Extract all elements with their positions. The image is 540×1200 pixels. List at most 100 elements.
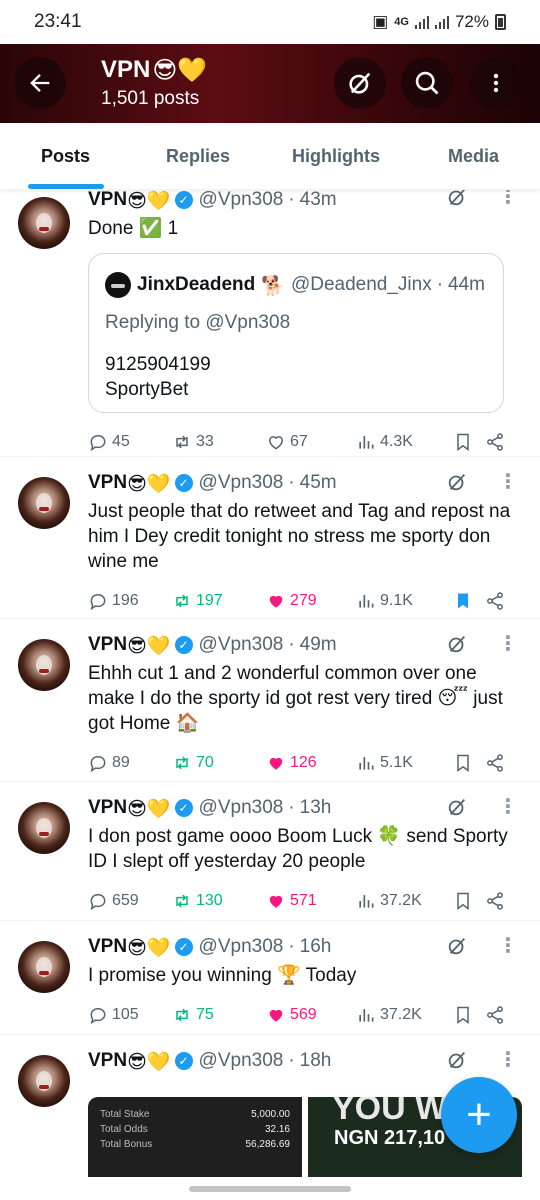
tab-highlights[interactable]: Highlights bbox=[265, 123, 407, 189]
post-more-icon[interactable]: ⋮ bbox=[498, 472, 518, 492]
post-text: Ehhh cut 1 and 2 wonderful common over o… bbox=[88, 663, 503, 734]
post-more-icon[interactable]: ⋮ bbox=[498, 190, 518, 207]
grok-icon[interactable] bbox=[446, 633, 468, 655]
grok-icon[interactable] bbox=[446, 190, 468, 208]
reply-button[interactable]: 196 bbox=[88, 591, 172, 611]
post[interactable]: VPN 😎💛 ✓ @Vpn308 · 13h ⋮ I don post game… bbox=[0, 782, 540, 921]
grok-button[interactable] bbox=[334, 57, 386, 109]
avatar[interactable] bbox=[18, 197, 70, 249]
slip-value: 32.16 bbox=[264, 1124, 290, 1135]
bookmark-button[interactable] bbox=[453, 1005, 485, 1025]
back-button[interactable] bbox=[14, 57, 66, 109]
retweet-button[interactable]: 70 bbox=[172, 753, 266, 773]
views-button[interactable]: 5.1K bbox=[356, 753, 453, 773]
compose-post-button[interactable]: + bbox=[441, 1077, 517, 1153]
like-button[interactable]: 571 bbox=[266, 891, 356, 911]
quoted-post[interactable]: JinxDeadend 🐕 @Deadend_Jinx · 44m Replyi… bbox=[88, 253, 504, 413]
reply-button[interactable]: 89 bbox=[88, 753, 172, 773]
author-handle[interactable]: @Vpn308 bbox=[199, 936, 284, 958]
avatar[interactable] bbox=[18, 1055, 70, 1107]
gesture-nav-bar[interactable] bbox=[189, 1186, 351, 1192]
author-handle[interactable]: @Vpn308 bbox=[199, 472, 284, 494]
reply-button[interactable]: 45 bbox=[88, 432, 172, 452]
grok-icon[interactable] bbox=[446, 935, 468, 957]
tab-replies[interactable]: Replies bbox=[131, 123, 265, 189]
avatar[interactable] bbox=[18, 802, 70, 854]
profile-tabs: Posts Replies Highlights Media bbox=[0, 123, 540, 190]
author-name[interactable]: VPN bbox=[88, 1050, 127, 1072]
share-button[interactable] bbox=[485, 891, 505, 911]
share-icon bbox=[487, 754, 503, 772]
reply-button[interactable]: 105 bbox=[88, 1005, 172, 1025]
avatar[interactable] bbox=[18, 941, 70, 993]
like-button[interactable]: 279 bbox=[266, 591, 356, 611]
views-icon bbox=[359, 595, 374, 608]
reply-icon bbox=[90, 755, 106, 773]
author-handle[interactable]: @Vpn308 bbox=[199, 797, 284, 819]
battery-level: 72% bbox=[454, 12, 489, 31]
post-time[interactable]: 45m bbox=[300, 472, 337, 494]
views-button[interactable]: 9.1K bbox=[356, 591, 453, 611]
post[interactable]: VPN 😎💛 ✓ @Vpn308 · 43m ⋮ Done ✅ 1 JinxDe… bbox=[0, 190, 540, 457]
post-time[interactable]: 43m bbox=[300, 190, 337, 211]
author-name[interactable]: VPN bbox=[88, 936, 127, 958]
author-handle[interactable]: @Vpn308 bbox=[199, 1050, 284, 1072]
retweet-button[interactable]: 197 bbox=[172, 591, 266, 611]
post-text: I don post game oooo Boom Luck 🍀 send Sp… bbox=[88, 826, 508, 872]
views-button[interactable]: 37.2K bbox=[356, 1005, 453, 1025]
heart-filled-icon bbox=[269, 595, 283, 608]
views-button[interactable]: 4.3K bbox=[356, 432, 453, 452]
post-more-icon[interactable]: ⋮ bbox=[498, 1050, 518, 1070]
post-more-icon[interactable]: ⋮ bbox=[498, 634, 518, 654]
post-more-icon[interactable]: ⋮ bbox=[498, 936, 518, 956]
share-button[interactable] bbox=[485, 753, 505, 773]
like-button[interactable]: 126 bbox=[266, 753, 356, 773]
like-button[interactable]: 569 bbox=[266, 1005, 356, 1025]
grok-icon[interactable] bbox=[446, 796, 468, 818]
reply-count: 45 bbox=[112, 433, 130, 450]
bet-slip-image[interactable]: Total Stake 5,000.00 Total Odds 32.16 Tota… bbox=[88, 1097, 302, 1177]
author-name[interactable]: VPN bbox=[88, 797, 127, 819]
post-more-icon[interactable]: ⋮ bbox=[498, 797, 518, 817]
author-name[interactable]: VPN bbox=[88, 634, 127, 656]
separator-dot: · bbox=[288, 634, 295, 655]
author-name[interactable]: VPN bbox=[88, 190, 127, 211]
avatar[interactable] bbox=[18, 639, 70, 691]
search-button[interactable] bbox=[401, 57, 453, 109]
post-time[interactable]: 13h bbox=[300, 797, 332, 819]
views-count: 5.1K bbox=[380, 754, 413, 771]
post-time[interactable]: 16h bbox=[300, 936, 332, 958]
post-count: 1,501 posts bbox=[101, 88, 200, 109]
post[interactable]: VPN 😎💛 ✓ @Vpn308 · 49m ⋮ Ehhh cut 1 and … bbox=[0, 619, 540, 782]
more-options-button[interactable] bbox=[470, 57, 522, 109]
bookmark-button[interactable] bbox=[453, 891, 485, 911]
bookmark-button[interactable] bbox=[453, 591, 485, 611]
author-name[interactable]: VPN bbox=[88, 472, 127, 494]
grok-icon[interactable] bbox=[446, 1049, 468, 1071]
bookmark-button[interactable] bbox=[453, 753, 485, 773]
retweet-button[interactable]: 75 bbox=[172, 1005, 266, 1025]
network-type: 4G bbox=[394, 16, 409, 28]
like-button[interactable]: 67 bbox=[266, 432, 356, 452]
tab-media[interactable]: Media bbox=[407, 123, 540, 189]
slip-label: Total Bonus bbox=[100, 1139, 153, 1150]
signal-icon bbox=[414, 15, 429, 29]
reply-button[interactable]: 659 bbox=[88, 891, 172, 911]
post-time[interactable]: 18h bbox=[300, 1050, 332, 1072]
bookmark-button[interactable] bbox=[453, 432, 485, 452]
post[interactable]: VPN 😎💛 ✓ @Vpn308 · 16h ⋮ I promise you w… bbox=[0, 921, 540, 1035]
grok-icon[interactable] bbox=[446, 471, 468, 493]
avatar[interactable] bbox=[18, 477, 70, 529]
retweet-button[interactable]: 130 bbox=[172, 891, 266, 911]
share-button[interactable] bbox=[485, 1005, 505, 1025]
author-handle[interactable]: @Vpn308 bbox=[199, 634, 284, 656]
views-button[interactable]: 37.2K bbox=[356, 891, 453, 911]
retweet-button[interactable]: 33 bbox=[172, 432, 266, 452]
post-time[interactable]: 49m bbox=[300, 634, 337, 656]
like-count: 67 bbox=[290, 433, 308, 450]
tab-posts[interactable]: Posts bbox=[0, 123, 131, 189]
author-handle[interactable]: @Vpn308 bbox=[199, 190, 284, 211]
share-button[interactable] bbox=[485, 591, 505, 611]
post[interactable]: VPN 😎💛 ✓ @Vpn308 · 45m ⋮ Just people tha… bbox=[0, 457, 540, 619]
share-button[interactable] bbox=[485, 432, 505, 452]
